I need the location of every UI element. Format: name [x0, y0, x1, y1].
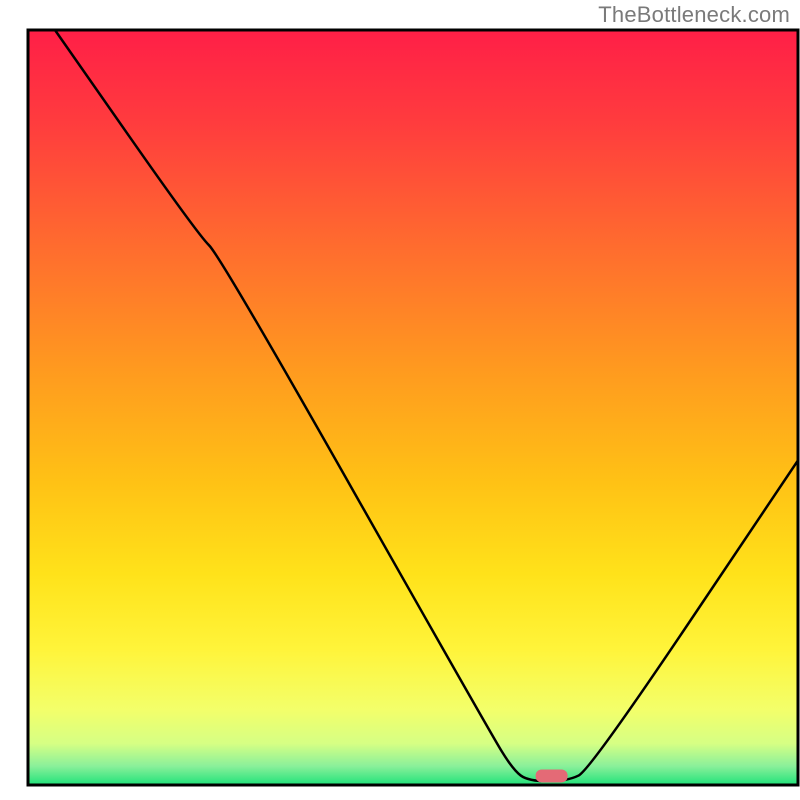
optimal-point-marker	[536, 769, 568, 782]
gradient-background	[28, 30, 798, 785]
chart-container: TheBottleneck.com	[0, 0, 800, 800]
watermark-text: TheBottleneck.com	[598, 2, 790, 28]
bottleneck-chart	[0, 0, 800, 800]
